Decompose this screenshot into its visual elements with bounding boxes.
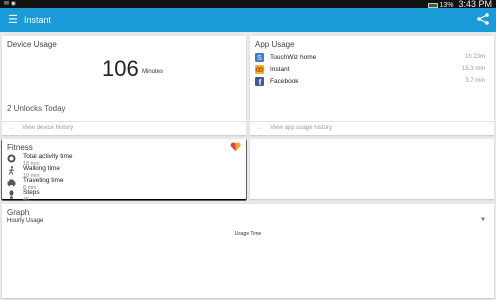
graph-title: Graph — [7, 208, 30, 217]
app-time: 15.3 min — [461, 66, 485, 72]
view-device-history-link[interactable]: → View device history — [2, 121, 246, 135]
app-usage-title: App Usage — [255, 40, 295, 49]
view-app-usage-history-label: View app usage history — [270, 125, 332, 131]
notification-icons: ✉ ◉ — [4, 1, 16, 7]
fitness-label: Walking time — [23, 165, 60, 172]
activity-icon — [7, 154, 16, 163]
usage-minutes-unit: Minutes — [142, 69, 164, 75]
view-device-history-label: View device history — [22, 125, 74, 131]
app-row-facebook[interactable]: f Facebook 3.7 min — [255, 77, 485, 87]
footsteps-icon — [9, 190, 14, 199]
fitness-card-title: Fitness — [7, 143, 33, 152]
dropdown-arrow-icon[interactable]: ▼ — [480, 217, 486, 223]
touchwiz-icon: S — [255, 53, 264, 62]
view-app-usage-history-link[interactable]: → View app usage history — [250, 121, 494, 135]
app-time: 3.7 min — [465, 78, 485, 84]
graph-card: Graph Hourly Usage ▼ Usage Time — [2, 204, 494, 298]
app-bar: ☰ Instant — [0, 8, 496, 32]
app-name: Facebook — [270, 78, 299, 85]
device-usage-card: Device Usage 106 Minutes 2 Unlocks Today… — [2, 36, 246, 135]
status-bar: ✉ ◉ 13% 3:43 PM — [0, 0, 496, 9]
share-icon[interactable] — [476, 12, 490, 26]
device-usage-title: Device Usage — [7, 40, 57, 49]
geo-fence-card — [250, 139, 494, 199]
app-row-instant[interactable]: Instant 15.3 min — [255, 65, 485, 75]
arrow-right-icon: → — [8, 125, 14, 131]
car-icon — [7, 179, 16, 187]
svg-text:f: f — [259, 78, 262, 86]
hamburger-menu-icon[interactable]: ☰ — [8, 13, 18, 27]
hourly-usage-selector[interactable]: Hourly Usage — [7, 218, 43, 224]
arrow-right-icon: → — [256, 125, 262, 131]
app-usage-card: App Usage S TouchWiz home 1h 23m Instant… — [250, 36, 494, 135]
app-name: TouchWiz home — [270, 54, 317, 61]
app-title: Instant — [24, 15, 52, 25]
unlocks-count: 2 Unlocks Today — [7, 104, 66, 113]
app-time: 1h 23m — [464, 54, 485, 60]
fitness-label: Total activity time — [23, 153, 73, 160]
app-row-touchwiz[interactable]: S TouchWiz home 1h 23m — [255, 53, 485, 63]
facebook-icon: f — [255, 77, 264, 86]
fitness-label: Steps — [23, 189, 40, 196]
svg-text:S: S — [257, 55, 262, 62]
usage-chart — [2, 236, 494, 298]
fitness-label: Traveling time — [23, 177, 64, 184]
instant-icon — [255, 65, 264, 74]
app-name: Instant — [270, 66, 290, 73]
battery-icon — [427, 2, 438, 8]
usage-minutes-value: 106 — [102, 56, 139, 81]
heart-icon — [230, 142, 241, 152]
fitness-value: 46 — [23, 197, 30, 203]
walking-icon — [8, 166, 15, 175]
